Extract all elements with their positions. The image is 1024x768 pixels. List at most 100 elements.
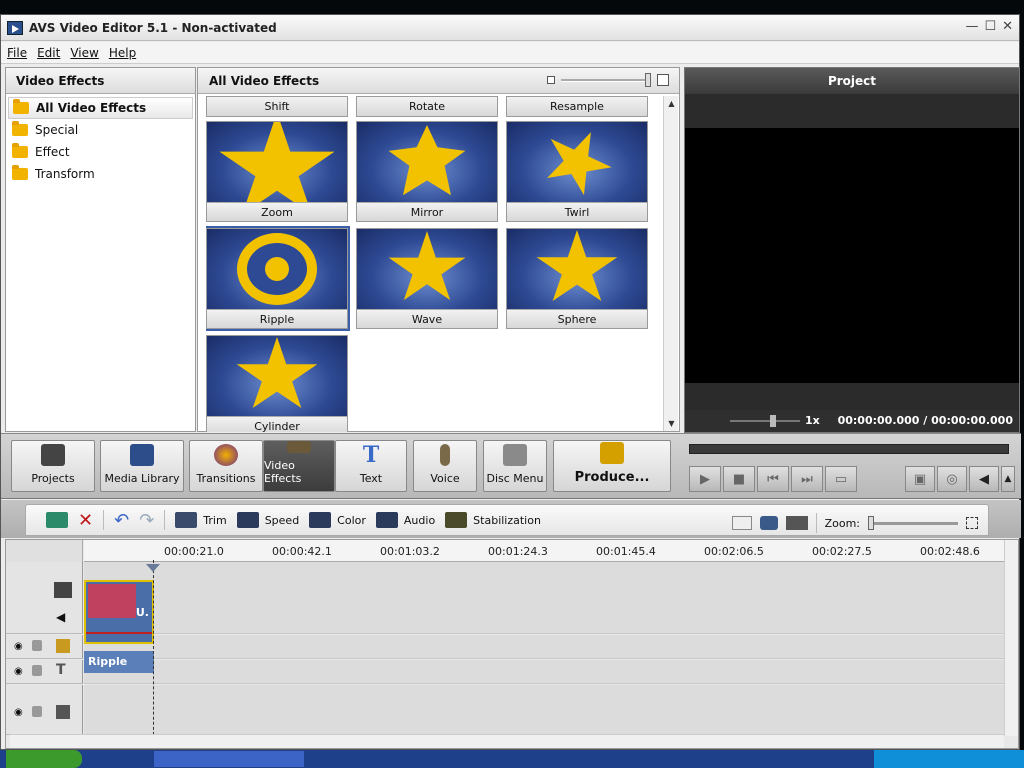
speaker-icon[interactable]: ◀ (56, 610, 65, 624)
effect-tile-resample[interactable]: Resample (506, 96, 648, 117)
text-track[interactable] (84, 660, 1006, 684)
taskbar-app-button[interactable] (154, 751, 304, 767)
effect-tile-twirl[interactable]: Twirl (506, 121, 648, 222)
lock-icon[interactable] (32, 640, 42, 651)
visibility-eye-icon[interactable]: ◉ (14, 641, 23, 652)
produce-button[interactable]: Produce... (553, 440, 671, 492)
playback-progress-bar[interactable] (689, 444, 1009, 454)
monitor-icon[interactable]: ▣ (905, 466, 935, 492)
split-view-icon[interactable] (731, 516, 752, 530)
audio-button[interactable]: Audio (375, 508, 435, 532)
text-button[interactable]: T Text (335, 440, 407, 492)
effect-clip-ripple[interactable]: Ripple (84, 651, 154, 673)
tree-item-special[interactable]: Special (8, 119, 193, 141)
effect-tile-cylinder[interactable]: Cylinder (206, 335, 348, 432)
disc-menu-button[interactable]: Disc Menu (483, 440, 547, 492)
audio-volume-line[interactable] (86, 632, 152, 634)
trim-button[interactable]: Trim (175, 508, 227, 532)
menu-view[interactable]: View (70, 46, 98, 60)
star-icon (219, 122, 335, 202)
scroll-up-icon[interactable]: ▲ (664, 96, 679, 111)
video-clip[interactable]: U. (84, 580, 154, 644)
effects-category-pane: Video Effects All Video Effects Special … (5, 67, 196, 432)
volume-dropdown-icon[interactable]: ▲ (1001, 466, 1015, 492)
effect-tile-mirror[interactable]: Mirror (356, 121, 498, 222)
trim-icon (175, 512, 198, 528)
menu-file[interactable]: File (7, 46, 27, 60)
timeline-toolbar-strip: ✕ ↶ ↷ Trim Speed Color Audio Stabilizati… (25, 504, 989, 536)
effect-thumbnail (207, 229, 347, 309)
effect-tile-ripple[interactable]: Ripple (206, 226, 350, 331)
scroll-down-icon[interactable]: ▼ (664, 416, 679, 431)
size-slider-track[interactable] (561, 72, 651, 87)
speed-slider-handle[interactable] (770, 415, 776, 427)
size-slider-handle[interactable] (645, 72, 651, 87)
color-button[interactable]: Color (309, 508, 366, 532)
speed-button[interactable]: Speed (236, 508, 299, 532)
fullscreen-icon[interactable]: ▭ (825, 466, 857, 492)
effect-label: Cylinder (207, 416, 347, 432)
time-ruler[interactable]: 00:00:21.0 00:00:42.1 00:01:03.2 00:01:2… (84, 540, 1006, 562)
delete-icon[interactable]: ✕ (78, 508, 93, 532)
overlay-track-icon (56, 705, 70, 719)
gallery-scrollbar[interactable]: ▲ ▼ (663, 96, 678, 431)
stop-icon[interactable]: ■ (723, 466, 755, 492)
close-button[interactable]: ✕ (1002, 19, 1013, 34)
effect-tile-sphere[interactable]: Sphere (506, 228, 648, 329)
tree-item-all-video-effects[interactable]: All Video Effects (8, 97, 193, 119)
folder-icon (12, 165, 28, 180)
timeline-vertical-scrollbar[interactable] (1004, 540, 1018, 736)
separator (164, 510, 166, 530)
display-icon[interactable] (785, 516, 808, 530)
zoom-slider[interactable] (868, 515, 958, 530)
next-frame-icon[interactable]: ⏭ (791, 466, 823, 492)
stabilization-button[interactable]: Stabilization (445, 508, 541, 532)
effect-thumbnail (207, 122, 347, 202)
start-button[interactable] (6, 750, 82, 768)
small-thumb-icon (547, 76, 555, 84)
volume-icon[interactable]: ◀ (969, 466, 999, 492)
snapshot-camera-icon[interactable]: ◎ (937, 466, 967, 492)
media-library-button[interactable]: Media Library (100, 440, 184, 492)
effect-label: Resample (507, 97, 647, 116)
visibility-eye-icon[interactable]: ◉ (14, 666, 23, 677)
text-t-icon: T (56, 662, 66, 678)
minimize-button[interactable]: — (965, 19, 978, 34)
lock-icon[interactable] (32, 706, 42, 717)
timeline-horizontal-scrollbar[interactable] (10, 734, 1004, 748)
tree-item-transform[interactable]: Transform (8, 163, 193, 185)
playhead-cursor[interactable] (153, 560, 154, 745)
video-effects-button[interactable]: Video Effects (263, 440, 335, 492)
tree-item-label: Special (35, 123, 79, 137)
effect-tile-shift[interactable]: Shift (206, 96, 348, 117)
zoom-slider-handle[interactable] (868, 515, 874, 530)
fit-timeline-icon[interactable] (966, 517, 978, 529)
playback-speed-slider[interactable] (730, 415, 800, 427)
overlay-track[interactable] (84, 685, 1006, 735)
effect-tile-rotate[interactable]: Rotate (356, 96, 498, 117)
effect-tile-zoom[interactable]: Zoom (206, 121, 348, 222)
timeline: 00:00:21.0 00:00:42.1 00:01:03.2 00:01:2… (5, 539, 1019, 749)
effects-track[interactable] (84, 635, 1006, 659)
webcam-icon[interactable] (759, 516, 778, 530)
system-tray (874, 750, 1024, 768)
video-track[interactable] (84, 562, 1006, 634)
visibility-eye-icon[interactable]: ◉ (14, 707, 23, 718)
apply-icon[interactable] (46, 508, 68, 532)
play-icon[interactable]: ▶ (689, 466, 721, 492)
preview-option-buttons: ▣ ◎ ◀ ▲ (905, 466, 1015, 492)
undo-icon[interactable]: ↶ (114, 508, 129, 532)
redo-icon[interactable]: ↷ (139, 508, 154, 532)
menu-edit[interactable]: Edit (37, 46, 60, 60)
maximize-button[interactable]: ☐ (984, 19, 996, 34)
thumbnail-size-slider[interactable] (547, 72, 669, 87)
menu-help[interactable]: Help (109, 46, 136, 60)
effect-tile-wave[interactable]: Wave (356, 228, 498, 329)
transitions-button[interactable]: Transitions (189, 440, 263, 492)
tree-item-effect[interactable]: Effect (8, 141, 193, 163)
projects-button[interactable]: Projects (11, 440, 95, 492)
lock-icon[interactable] (32, 665, 42, 676)
star-icon (388, 125, 466, 196)
voice-button[interactable]: Voice (413, 440, 477, 492)
previous-frame-icon[interactable]: ⏮ (757, 466, 789, 492)
